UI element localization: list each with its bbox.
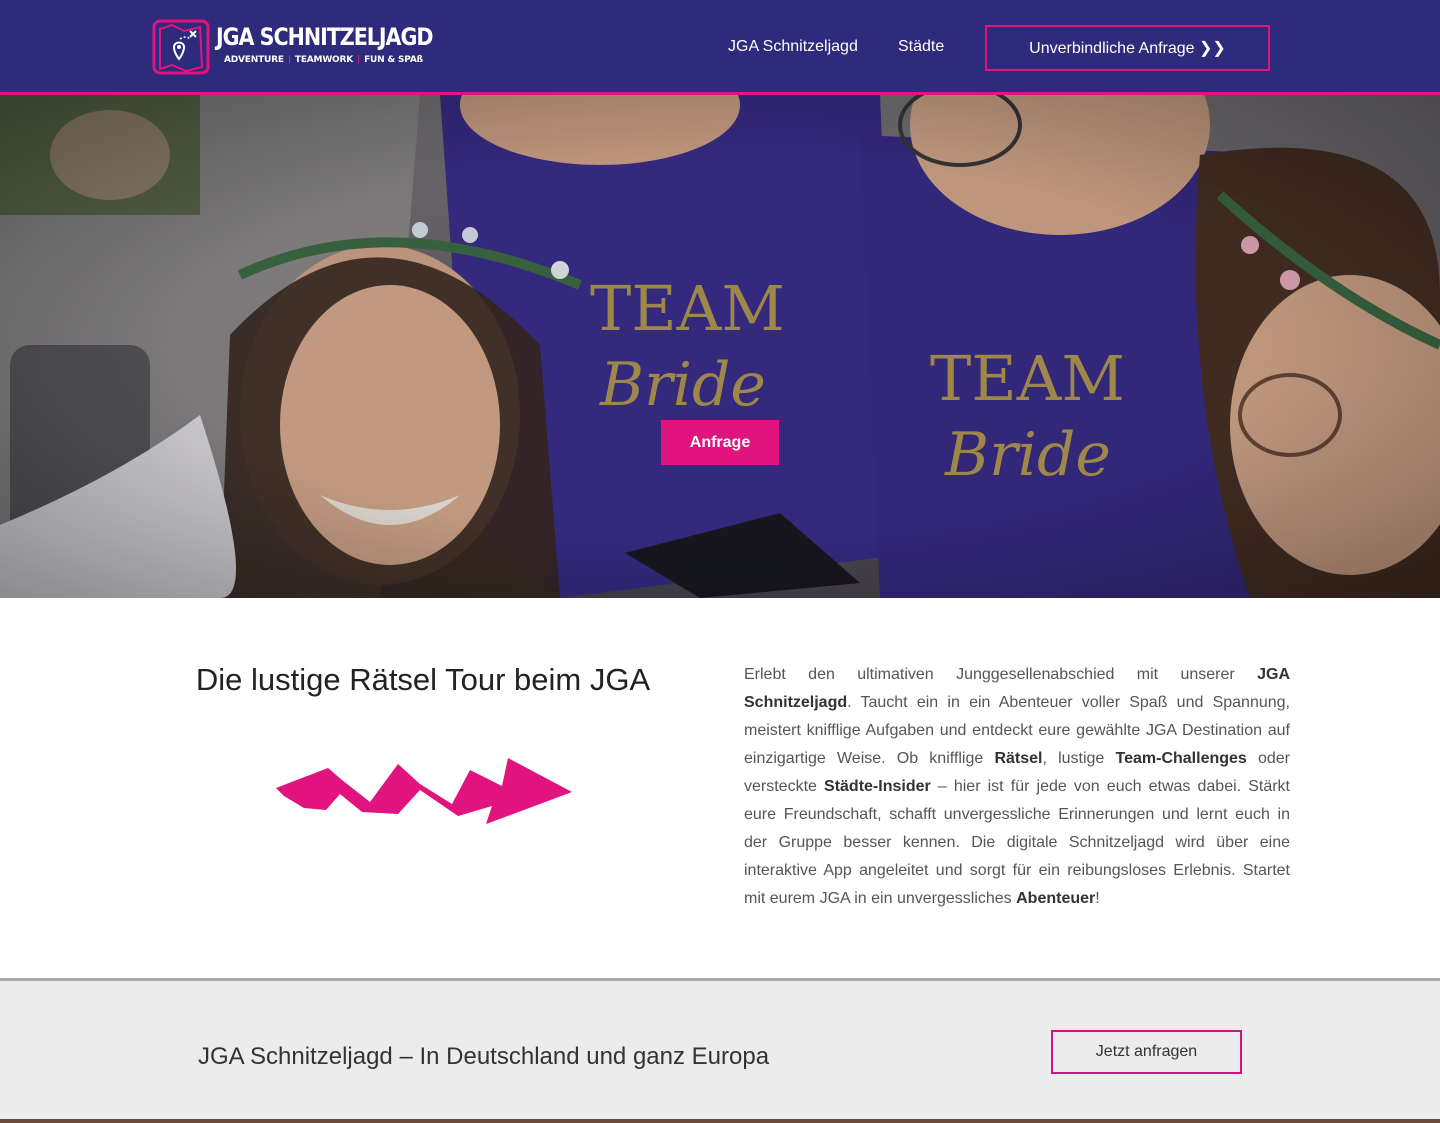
intro-text-highlight: Abenteuer	[1016, 890, 1096, 907]
intro-text-run: !	[1095, 890, 1100, 907]
treasure-map-icon	[152, 19, 210, 75]
hero-photo: TEAM Bride TEAM Bride	[0, 95, 1440, 598]
jetzt-anfragen-button[interactable]: Jetzt anfragen	[1051, 1030, 1242, 1074]
zigzag-arrow-icon	[276, 758, 572, 824]
intro-text-highlight: Team-Challenges	[1115, 750, 1247, 767]
cta-band: JGA Schnitzeljagd – In Deutschland und g…	[0, 978, 1440, 1123]
hero-section: TEAM Bride TEAM Bride Anfrage	[0, 95, 1440, 598]
intro-text: Erlebt den ultimativen Junggesellenabsch…	[744, 661, 1290, 913]
site-logo[interactable]: JGA SCHNITZELJAGD ADVENTURE | TEAMWORK | FUN…	[150, 17, 434, 79]
tagline-fun: FUN & SPAß	[364, 55, 423, 65]
intro-text-run: , lustige	[1042, 750, 1116, 767]
intro-text-highlight: Städte-Insider	[824, 778, 931, 795]
nav-link-staedte[interactable]: Städte	[898, 38, 944, 56]
request-cta-button[interactable]: Unverbindliche Anfrage ❯❯	[985, 25, 1270, 71]
logo-title: JGA SCHNITZELJAGD	[216, 23, 434, 51]
intro-text-run: – hier ist für jede von euch etwas dabei…	[744, 778, 1291, 907]
tagline-adventure: ADVENTURE	[224, 55, 284, 65]
intro-title: Die lustige Rätsel Tour beim JGA	[195, 662, 651, 697]
intro-text-run: Erlebt den ultimativen Junggesellenabsch…	[744, 666, 1258, 683]
nav-link-jga-schnitzeljagd[interactable]: JGA Schnitzeljagd	[728, 38, 858, 56]
next-section-edge	[0, 1119, 1440, 1123]
hero-request-button[interactable]: Anfrage	[661, 420, 779, 465]
site-header: JGA SCHNITZELJAGD ADVENTURE | TEAMWORK | FUN…	[0, 0, 1440, 95]
logo-tagline: ADVENTURE | TEAMWORK | FUN & SPAß	[224, 55, 423, 65]
intro-text-highlight: Rätsel	[994, 750, 1043, 767]
tagline-teamwork: TEAMWORK	[294, 55, 353, 65]
band-title: JGA Schnitzeljagd – In Deutschland und g…	[198, 1043, 770, 1070]
